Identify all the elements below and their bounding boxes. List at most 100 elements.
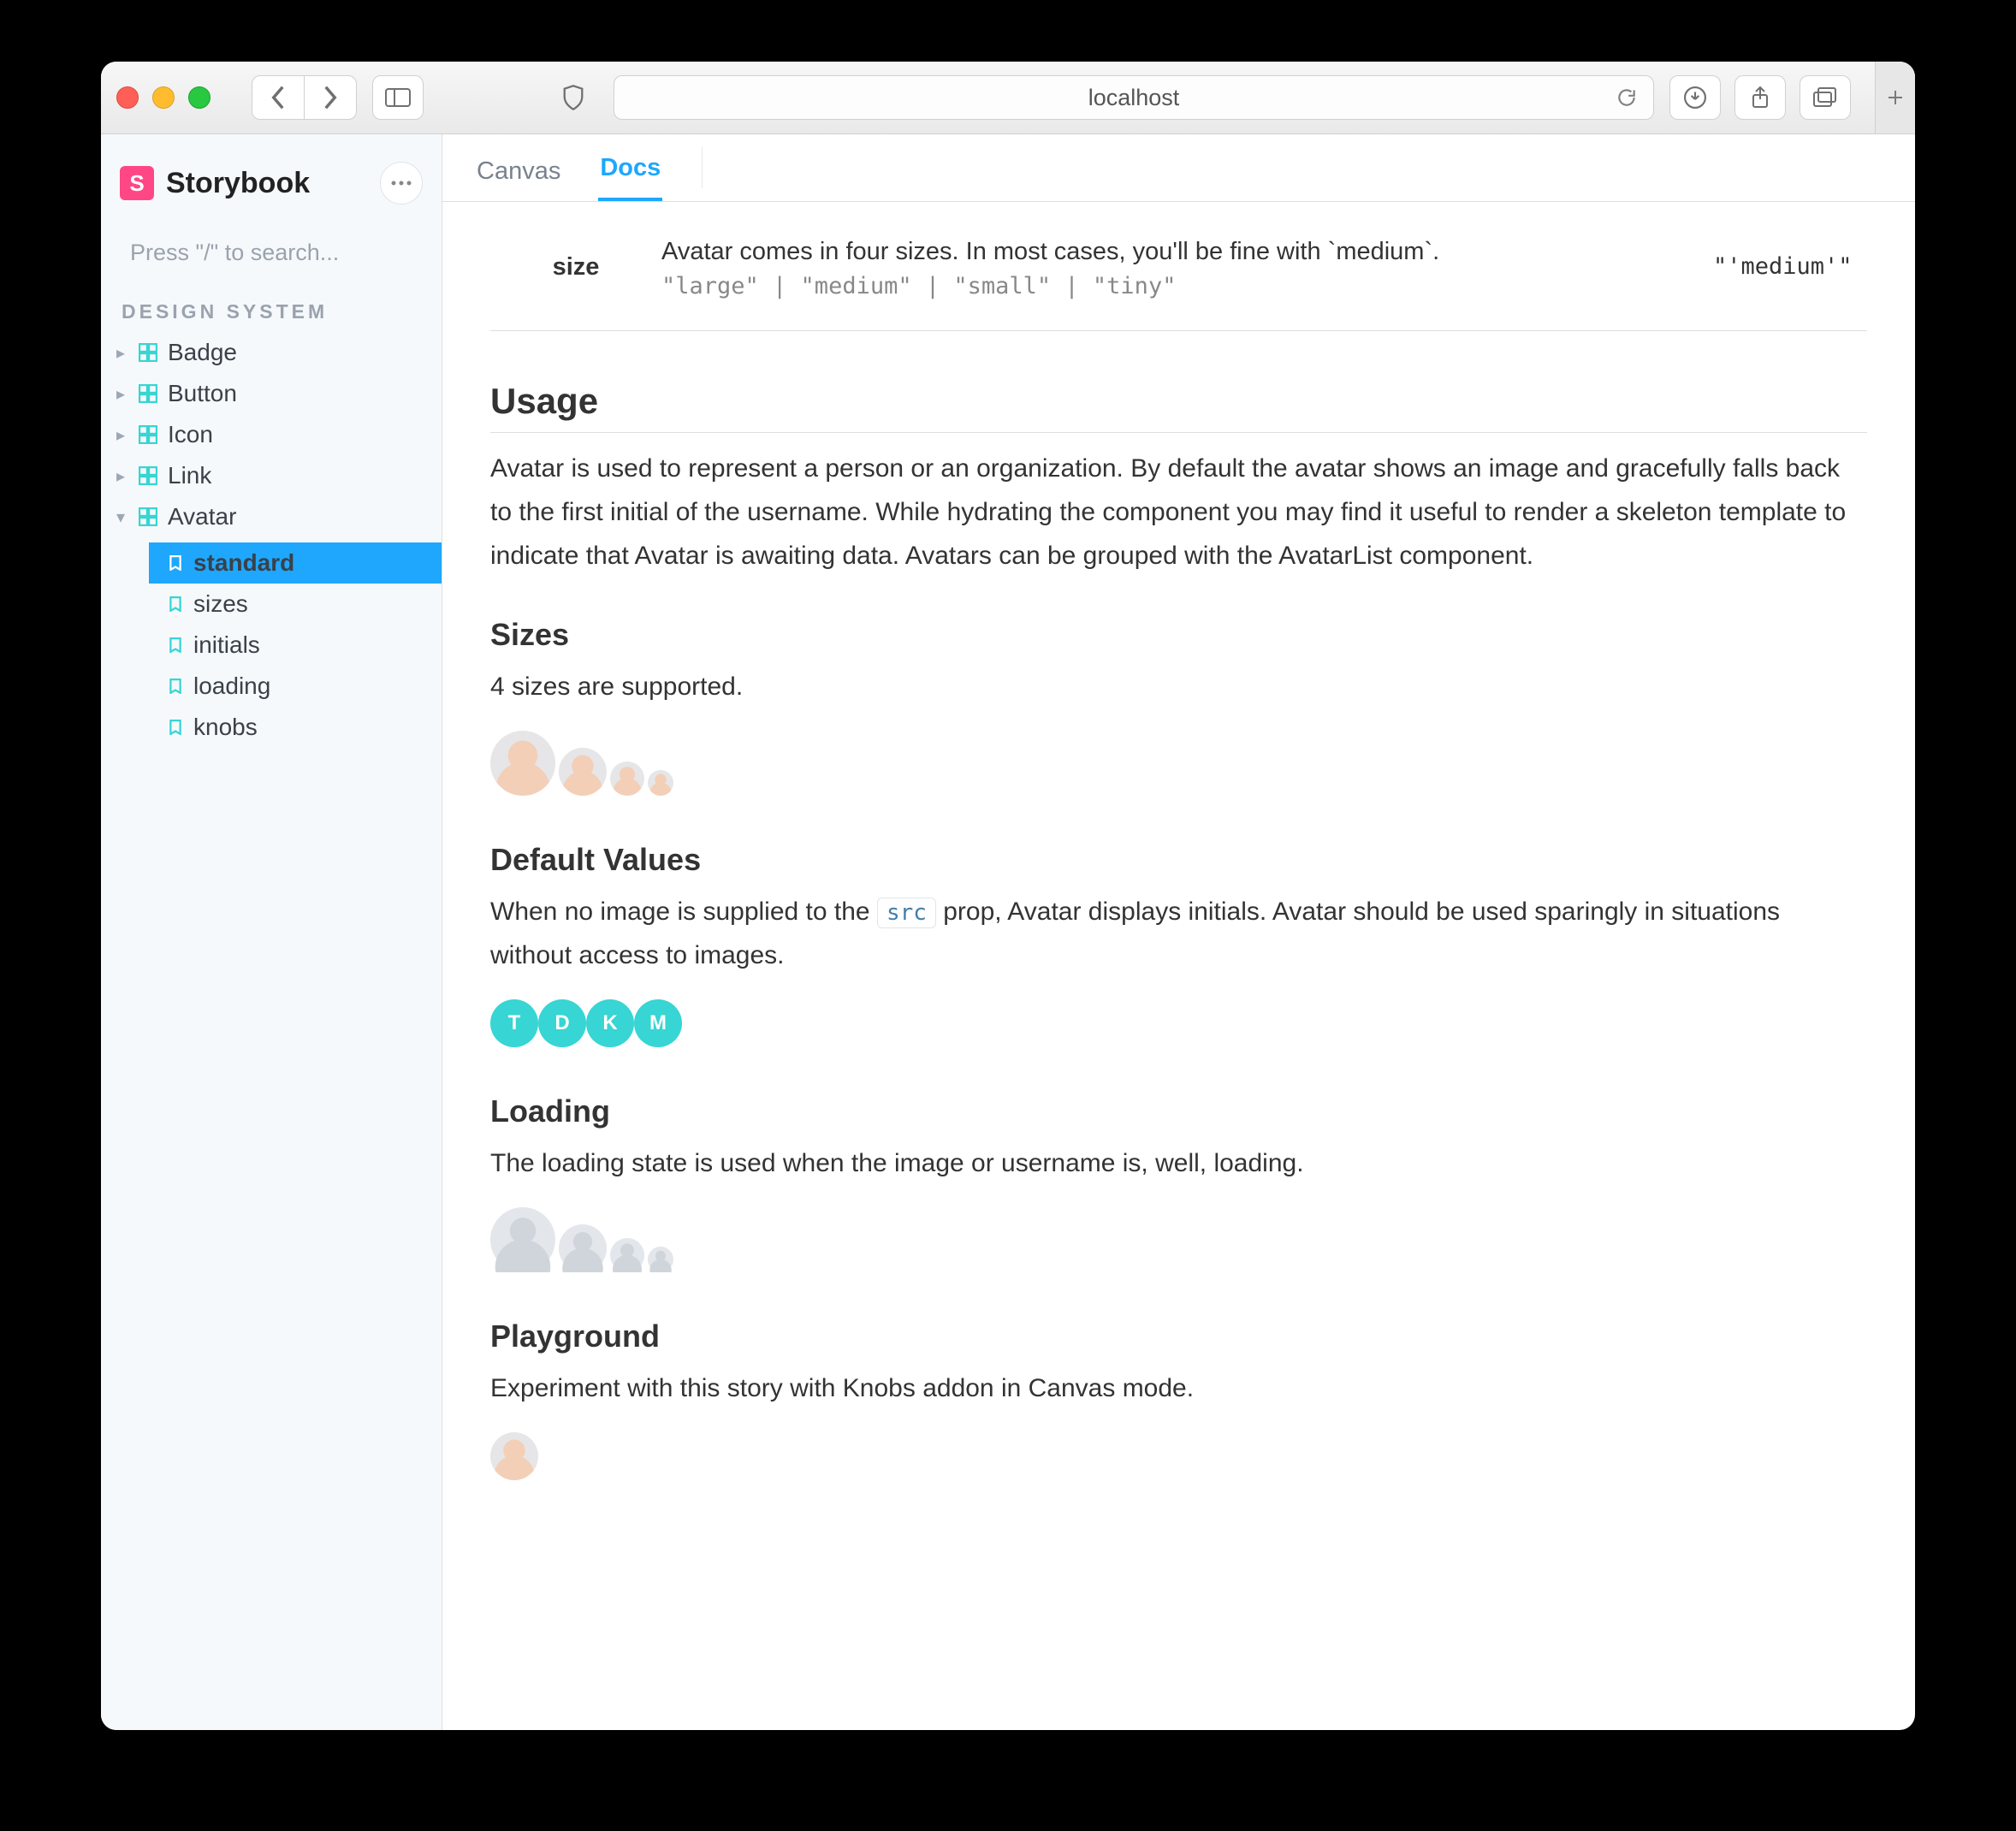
sidebar-story-loading[interactable]: loading <box>149 666 442 707</box>
sidebar-search[interactable] <box>116 232 426 273</box>
forward-button[interactable] <box>304 76 356 119</box>
avatar-initial: T <box>490 999 538 1047</box>
sidebar-section-heading: DESIGN SYSTEM <box>101 292 442 327</box>
downloads-button[interactable] <box>1669 75 1721 120</box>
sidebar-item-badge[interactable]: ▸ Badge <box>101 332 442 373</box>
heading-sizes: Sizes <box>490 617 1867 653</box>
window-traffic-lights <box>116 86 210 109</box>
avatar-image-medium <box>490 1432 538 1480</box>
back-button[interactable] <box>252 76 304 119</box>
sidebar-item-button[interactable]: ▸ Button <box>101 373 442 414</box>
avatar-initial: D <box>538 999 586 1047</box>
sidebar-item-avatar[interactable]: ▾ Avatar <box>101 496 442 537</box>
sidebar-story-sizes[interactable]: sizes <box>149 584 442 625</box>
tab-divider <box>702 147 703 188</box>
heading-usage: Usage <box>490 381 1867 433</box>
storybook-logo-text: Storybook <box>166 167 310 200</box>
paragraph-loading: The loading state is used when the image… <box>490 1141 1867 1185</box>
main-panel: Canvas Docs size Avatar comes in four si… <box>442 134 1915 1730</box>
prop-type: "large" | "medium" | "small" | "tiny" <box>661 273 1713 299</box>
share-button[interactable] <box>1734 75 1786 120</box>
chevron-right-icon <box>323 86 338 110</box>
component-icon <box>139 507 157 526</box>
avatar-initial: M <box>634 999 682 1047</box>
storybook-app: S Storybook DESIGN SYSTEM ▸ Badge <box>101 134 1915 1730</box>
plus-icon <box>1886 88 1905 107</box>
heading-playground: Playground <box>490 1318 1867 1354</box>
heading-default-values: Default Values <box>490 842 1867 878</box>
props-row-size: size Avatar comes in four sizes. In most… <box>490 202 1867 331</box>
reload-button[interactable] <box>1616 86 1638 109</box>
sidebar-icon <box>385 88 411 107</box>
paragraph-sizes: 4 sizes are supported. <box>490 665 1867 708</box>
storybook-logo-icon: S <box>120 166 154 200</box>
caret-down-icon: ▾ <box>113 507 128 528</box>
zoom-window-button[interactable] <box>188 86 210 109</box>
preview-sizes <box>490 719 1867 803</box>
toolbar-right <box>1669 75 1851 120</box>
sidebar-story-standard[interactable]: standard <box>149 542 442 584</box>
bookmark-icon <box>168 720 183 735</box>
sidebar-item-label: sizes <box>193 590 248 618</box>
paragraph-playground: Experiment with this story with Knobs ad… <box>490 1366 1867 1410</box>
shield-icon <box>561 84 585 111</box>
share-icon <box>1750 86 1770 110</box>
tab-docs[interactable]: Docs <box>598 139 662 201</box>
avatar-image-small <box>610 761 644 796</box>
component-icon <box>139 425 157 444</box>
preview-loading <box>490 1195 1867 1279</box>
preview-initials: T D K M <box>490 987 1867 1054</box>
component-icon <box>139 343 157 362</box>
prop-default: "'medium'" <box>1713 238 1867 280</box>
download-icon <box>1684 86 1706 109</box>
sidebar-item-label: Badge <box>168 339 237 366</box>
prop-description: Avatar comes in four sizes. In most case… <box>661 238 1713 266</box>
chevron-left-icon <box>270 86 286 110</box>
docs-content[interactable]: size Avatar comes in four sizes. In most… <box>442 202 1915 1730</box>
sidebar-item-label: loading <box>193 673 270 700</box>
paragraph-default-values: When no image is supplied to the src pro… <box>490 890 1867 977</box>
paragraph-usage: Avatar is used to represent a person or … <box>490 447 1867 578</box>
avatar-loading-medium <box>559 1224 607 1272</box>
code-src: src <box>877 898 936 928</box>
tabs-button[interactable] <box>1800 75 1851 120</box>
avatar-image-tiny <box>648 770 673 796</box>
nav-back-forward <box>252 75 357 120</box>
bookmark-icon <box>168 596 183 612</box>
prop-name: size <box>490 238 661 281</box>
privacy-button[interactable] <box>548 76 598 119</box>
bookmark-icon <box>168 678 183 694</box>
caret-right-icon: ▸ <box>113 342 128 364</box>
sidebar-header: S Storybook <box>101 134 442 220</box>
sidebar-item-label: knobs <box>193 714 258 741</box>
browser-window: { "browser": { "url": "localhost" }, "ap… <box>101 62 1915 1730</box>
sidebar-story-initials[interactable]: initials <box>149 625 442 666</box>
tab-canvas[interactable]: Canvas <box>475 142 562 201</box>
bookmark-icon <box>168 637 183 653</box>
search-input[interactable] <box>128 239 435 267</box>
main-tabs: Canvas Docs <box>442 134 1915 202</box>
sidebar-item-link[interactable]: ▸ Link <box>101 455 442 496</box>
close-window-button[interactable] <box>116 86 139 109</box>
avatar-image-medium <box>559 748 607 796</box>
ellipsis-icon <box>391 181 412 186</box>
window-toolbar: localhost <box>101 62 1915 134</box>
minimize-window-button[interactable] <box>152 86 175 109</box>
sidebar-item-label: Icon <box>168 421 213 448</box>
sidebar-toggle-button[interactable] <box>372 75 424 120</box>
reload-icon <box>1616 86 1638 109</box>
component-icon <box>139 384 157 403</box>
caret-right-icon: ▸ <box>113 465 128 487</box>
sidebar: S Storybook DESIGN SYSTEM ▸ Badge <box>101 134 442 1730</box>
tabs-icon <box>1813 87 1837 108</box>
sidebar-item-icon[interactable]: ▸ Icon <box>101 414 442 455</box>
bookmark-icon <box>168 555 183 571</box>
new-tab-button[interactable] <box>1875 62 1915 133</box>
sidebar-menu-button[interactable] <box>380 162 423 204</box>
sidebar-item-label: Link <box>168 462 211 489</box>
sidebar-story-knobs[interactable]: knobs <box>149 707 442 748</box>
sidebar-tree: ▸ Badge ▸ Button ▸ Icon ▸ Link ▾ <box>101 327 442 758</box>
sidebar-item-label: Avatar <box>168 503 236 530</box>
component-icon <box>139 466 157 485</box>
url-field[interactable]: localhost <box>614 75 1654 120</box>
